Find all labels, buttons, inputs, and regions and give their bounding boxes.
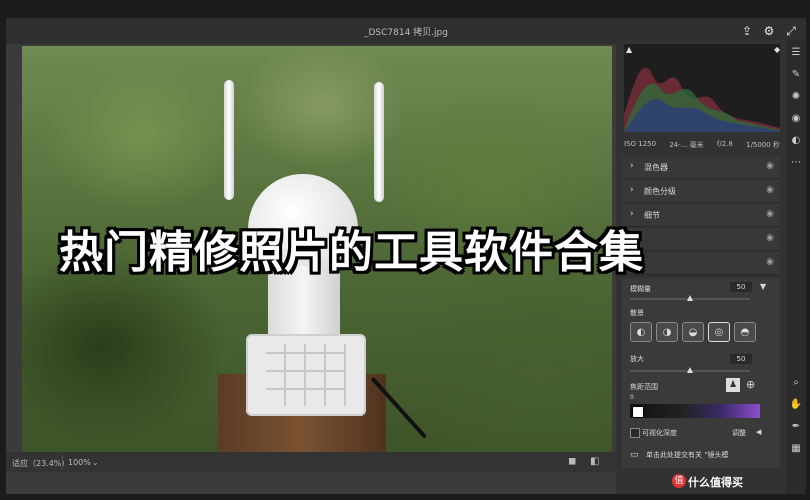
subject-icon[interactable]: ♟	[726, 378, 740, 392]
eye-icon[interactable]: ◉	[766, 161, 774, 171]
zoom-dropdown-icon[interactable]: ⌄	[92, 458, 99, 467]
fit-zoom-button[interactable]: 适应（23.4%）	[12, 458, 69, 469]
brush-icon[interactable]: ✎	[789, 68, 803, 82]
amount-value[interactable]: 50	[730, 282, 752, 292]
eye-icon[interactable]: ◉	[789, 112, 803, 126]
focus-range-start: 0	[630, 394, 634, 401]
boost-value[interactable]: 50	[730, 354, 752, 364]
depth-range-bar[interactable]	[630, 404, 760, 418]
visualize-depth-checkbox[interactable]	[630, 428, 640, 438]
lens-blur-panel: 模糊量 50 ▼ 散景 ◐ ◑ ◒ ◎ ◓ 放大 50 焦距范围 ♟ ⊕ 0 可…	[622, 278, 780, 468]
eye-icon[interactable]: ◉	[766, 185, 774, 195]
export-icon[interactable]: ⇪	[738, 22, 756, 40]
section-detail[interactable]: › 细节 ◉	[622, 204, 780, 227]
split-view-icon[interactable]: ◧	[590, 456, 599, 467]
more-icon[interactable]: ⋯	[789, 156, 803, 170]
zoom-100-button[interactable]: 100%	[68, 458, 91, 467]
section-collapsed[interactable]: › ◉	[622, 228, 780, 251]
section-lens-blur-header[interactable]: ⌄ ◉	[622, 252, 780, 275]
heal-icon[interactable]: ✺	[789, 90, 803, 104]
chevron-left-icon[interactable]: ◀	[756, 428, 761, 436]
focus-range-label: 焦距范围	[630, 383, 658, 391]
bokeh-blade-button[interactable]: ◒	[682, 322, 704, 342]
exif-focal: 24-... 毫米	[669, 141, 704, 149]
mask-icon[interactable]: ◐	[789, 134, 803, 148]
boost-label: 放大	[630, 355, 644, 363]
eye-icon[interactable]: ◉	[766, 257, 774, 267]
grid-icon[interactable]: ▦	[789, 442, 803, 456]
compare-icon[interactable]: ◼	[568, 456, 576, 467]
feedback-icon: ▭	[630, 450, 639, 460]
search-icon[interactable]: ⌕	[789, 376, 803, 390]
eye-icon[interactable]: ◉	[766, 233, 774, 243]
chevron-right-icon: ›	[630, 185, 634, 195]
eye-icon[interactable]: ◉	[766, 209, 774, 219]
hand-icon[interactable]: ✋	[789, 398, 803, 412]
sliders-icon[interactable]: ☰	[789, 46, 803, 60]
bokeh-cat-eye-button[interactable]: ◓	[734, 322, 756, 342]
window-title: _DSC7814 拷贝.jpg	[364, 28, 448, 38]
histogram: ◆ ▲	[624, 44, 780, 132]
bokeh-ring-button[interactable]: ◎	[708, 322, 730, 342]
chevron-right-icon: ›	[630, 161, 634, 171]
amount-menu-icon[interactable]: ▼	[760, 282, 766, 291]
section-color-grading[interactable]: › 颜色分级 ◉	[622, 180, 780, 203]
antenna-right	[374, 82, 384, 202]
exif-aperture: f/2.8	[716, 140, 733, 148]
section-label: 混色器	[644, 163, 668, 172]
right-toolbar: ☰ ✎ ✺ ◉ ◐ ⋯ ⌕ ✋ ✒ ▦	[786, 40, 806, 494]
section-label: 细节	[644, 211, 660, 220]
adjust-link[interactable]: 调整	[732, 428, 746, 438]
bokeh-bubble-button[interactable]: ◑	[656, 322, 678, 342]
amount-label: 模糊量	[630, 285, 651, 293]
exif-readout: ISO 1250 24-... 毫米 f/2.8 1/5000 秒	[624, 140, 780, 150]
camera-mount	[246, 334, 366, 416]
expand-icon[interactable]: ⤢	[782, 22, 800, 40]
exif-iso: ISO 1250	[624, 140, 657, 148]
status-bar: 适应（23.4%） 100% ⌄ ◼ ◧	[6, 452, 616, 472]
bokeh-label: 散景	[630, 309, 644, 317]
overlay-headline: 热门精修照片的工具软件合集	[59, 227, 644, 278]
visualize-depth-label: 可视化深度	[642, 429, 677, 437]
target-icon[interactable]: ⊕	[746, 378, 755, 391]
feedback-link[interactable]: 单击此处提交有关 "镜头模	[646, 450, 728, 460]
watermark-text: 什么值得买	[688, 476, 743, 489]
eyedropper-icon[interactable]: ✒	[789, 420, 803, 434]
boost-slider[interactable]	[630, 367, 750, 373]
section-label: 颜色分级	[644, 187, 676, 196]
svg-text:▲: ▲	[626, 45, 633, 54]
bokeh-circle-button[interactable]: ◐	[630, 322, 652, 342]
gear-icon[interactable]: ⚙	[760, 22, 778, 40]
exif-shutter: 1/5000 秒	[746, 141, 780, 149]
amount-slider[interactable]	[630, 295, 750, 301]
watermark-badge: 值	[672, 474, 686, 488]
antenna-left	[224, 80, 234, 200]
section-color-mixer[interactable]: › 混色器 ◉	[622, 156, 780, 179]
svg-text:◆: ◆	[774, 45, 780, 54]
